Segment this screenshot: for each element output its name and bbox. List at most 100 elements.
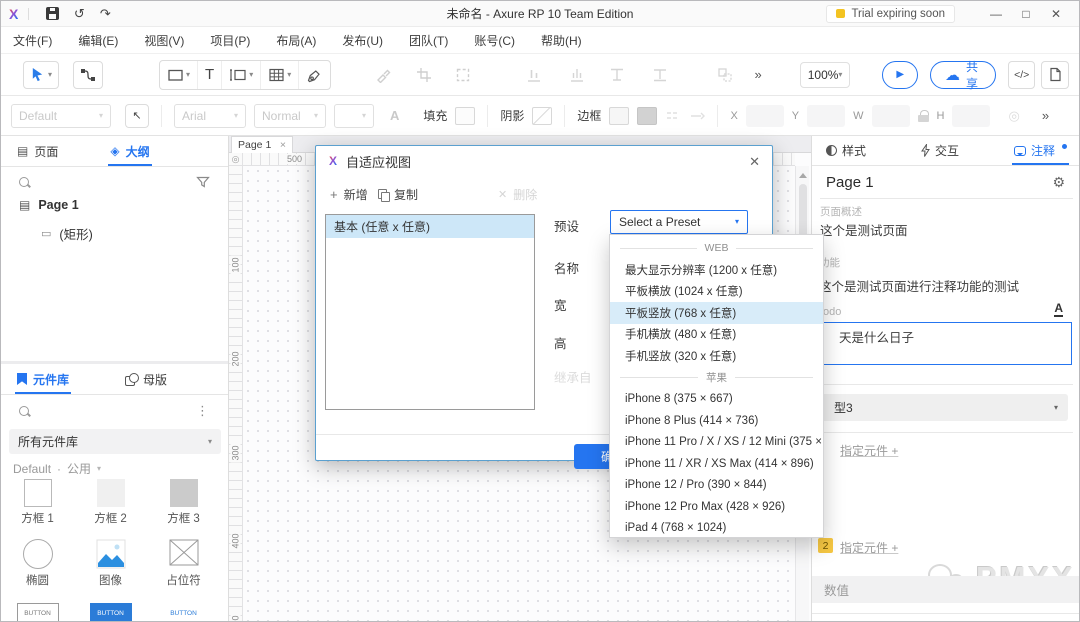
menu-account[interactable]: 账号(C)	[474, 32, 515, 49]
widget-style-select[interactable]: Default ▾	[11, 104, 111, 128]
menu-item[interactable]: iPad 4 (768 × 1024)	[610, 518, 823, 539]
menu-item[interactable]: iPhone 12 Pro Max (428 × 926)	[610, 496, 823, 518]
library-breadcrumb[interactable]: Default · 公用 ▾	[13, 460, 101, 477]
pen-tool-button[interactable]	[298, 61, 330, 89]
font-size-select[interactable]: ▾	[334, 104, 374, 128]
fill-swatch[interactable]	[455, 107, 475, 125]
tab-close-icon[interactable]: ×	[280, 139, 286, 151]
border-color-swatch[interactable]	[637, 107, 657, 125]
widget-box3[interactable]	[170, 479, 198, 507]
view-list-item-selected[interactable]: 基本 (任意 x 任意)	[326, 215, 534, 238]
code-view-button[interactable]: </>	[1008, 61, 1036, 89]
menu-item[interactable]: 手机横放 (480 x 任意)	[610, 324, 823, 346]
tab-outline[interactable]: ◈ 大纲	[110, 136, 149, 166]
preview-button[interactable]: ▶	[882, 61, 918, 89]
menu-arrange[interactable]: 布局(A)	[276, 32, 316, 49]
shadow-swatch[interactable]	[532, 107, 552, 125]
lock-ratio-icon[interactable]	[918, 110, 929, 122]
widget-box2[interactable]	[97, 479, 125, 507]
widget-ellipse[interactable]	[23, 539, 53, 569]
transform-button[interactable]	[454, 63, 473, 87]
text-tool-button[interactable]: T	[197, 61, 221, 89]
h-field[interactable]	[952, 105, 990, 127]
align-left-button[interactable]	[525, 63, 544, 87]
menu-item[interactable]: 平板横放 (1024 x 任意)	[610, 281, 823, 303]
menu-project[interactable]: 项目(P)	[210, 32, 250, 49]
menu-item[interactable]: iPhone 8 Plus (414 × 736)	[610, 410, 823, 432]
menu-item[interactable]: iPhone 11 / XR / XS Max (414 × 896)	[610, 453, 823, 475]
redo-icon[interactable]: ↷	[92, 6, 118, 22]
close-button[interactable]: ✕	[1041, 7, 1071, 21]
table-tool-button[interactable]: ▾	[260, 61, 298, 89]
menu-item[interactable]: iPhone 8 (375 × 667)	[610, 389, 823, 411]
canvas-tab-page1[interactable]: Page 1 ×	[231, 136, 293, 153]
x-field[interactable]	[746, 105, 784, 127]
trial-badge[interactable]: Trial expiring soon	[826, 5, 955, 23]
more-style-icon[interactable]: »	[1042, 108, 1049, 123]
kebab-menu-icon[interactable]: ⋮	[196, 403, 210, 419]
scroll-up-icon[interactable]	[799, 169, 807, 178]
menu-publish[interactable]: 发布(U)	[342, 32, 383, 49]
copy-view-button[interactable]: 复制	[378, 186, 418, 203]
share-button[interactable]: ☁ ↑ 共享	[930, 61, 996, 89]
menu-item[interactable]: iPhone 11 Pro / X / XS / 12 Mini (375 ×	[610, 432, 823, 454]
tab-interactions[interactable]: 交互	[921, 136, 959, 165]
library-filter-select[interactable]: 所有元件库 ▾	[9, 429, 221, 454]
note-overview-text[interactable]: 这个是测试页面	[820, 220, 908, 239]
widget-button-primary[interactable]: BUTTON	[90, 603, 132, 622]
widget-button-link[interactable]: BUTTON	[163, 603, 205, 622]
group-button[interactable]	[715, 63, 734, 87]
tree-item-page[interactable]: ▤ Page 1	[19, 198, 79, 212]
menu-item-highlighted[interactable]: 平板竖放 (768 x 任意)	[610, 302, 823, 324]
widget-placeholder[interactable]	[169, 539, 199, 566]
dialog-close-icon[interactable]: ✕	[749, 154, 760, 170]
menu-item[interactable]: iPhone 12 / Pro (390 × 844)	[610, 475, 823, 497]
widget-box1[interactable]	[24, 479, 52, 507]
tab-pages[interactable]: ▤ 页面	[17, 136, 58, 166]
dialog-header[interactable]: X 自适应视图	[316, 146, 772, 176]
note-number-badge[interactable]: 2	[818, 538, 833, 553]
documentation-button[interactable]	[1041, 61, 1069, 89]
assign-widget-link[interactable]: 指定元件 +	[840, 442, 898, 459]
tab-style[interactable]: 样式	[826, 136, 866, 165]
widget-button-default[interactable]: BUTTON	[17, 603, 59, 622]
zoom-select[interactable]: 100% ▾	[800, 62, 851, 88]
tab-masters[interactable]: 母版	[125, 364, 167, 394]
menu-view[interactable]: 视图(V)	[144, 32, 184, 49]
font-family-select[interactable]: Arial ▾	[174, 104, 246, 128]
font-weight-select[interactable]: Normal ▾	[254, 104, 326, 128]
save-icon[interactable]	[46, 7, 59, 20]
font-style-icon[interactable]: A	[1054, 302, 1063, 317]
note-todo-input[interactable]: 天是什么日子	[820, 322, 1072, 365]
style-picker-button[interactable]: ↖	[125, 104, 149, 128]
maximize-button[interactable]: □	[1011, 7, 1041, 21]
w-field[interactable]	[872, 105, 910, 127]
note-value-field[interactable]: 数值	[812, 576, 1080, 603]
tab-library[interactable]: 元件库	[17, 364, 69, 394]
tab-notes[interactable]: 注释	[1014, 136, 1067, 165]
menu-edit[interactable]: 编辑(E)	[78, 32, 118, 49]
more-tools-icon[interactable]: »	[754, 67, 761, 82]
font-color-icon[interactable]: A	[390, 108, 399, 123]
filter-icon[interactable]	[196, 176, 210, 188]
gear-icon[interactable]: ⚙	[1052, 174, 1065, 191]
connector-tool-button[interactable]	[73, 61, 103, 89]
minimize-button[interactable]: —	[981, 7, 1011, 21]
menu-help[interactable]: 帮助(H)	[541, 32, 582, 49]
undo-icon[interactable]: ↺	[66, 6, 92, 22]
ruler-corner-icon[interactable]: ◎	[229, 153, 243, 166]
assign-widget-link[interactable]: 指定元件 +	[840, 539, 898, 556]
preset-select[interactable]: Select a Preset ▾	[610, 210, 748, 234]
delete-view-button[interactable]: ✕ 删除	[498, 186, 537, 203]
rectangle-tool-button[interactable]: ▾	[160, 61, 197, 89]
border-width-swatch[interactable]	[609, 107, 629, 125]
search-icon[interactable]	[19, 177, 30, 188]
rotate-icon[interactable]: ◎	[1008, 108, 1019, 124]
menu-item[interactable]: 最大显示分辨率 (1200 x 任意)	[610, 259, 823, 281]
format-painter-button[interactable]	[373, 63, 392, 87]
align-bottom-button[interactable]	[650, 63, 669, 87]
arrow-style-icon[interactable]	[689, 109, 705, 123]
crop-button[interactable]	[414, 63, 433, 87]
tree-item-rect[interactable]: ▭ (矩形)	[41, 224, 93, 243]
line-style-icon[interactable]	[665, 109, 681, 123]
